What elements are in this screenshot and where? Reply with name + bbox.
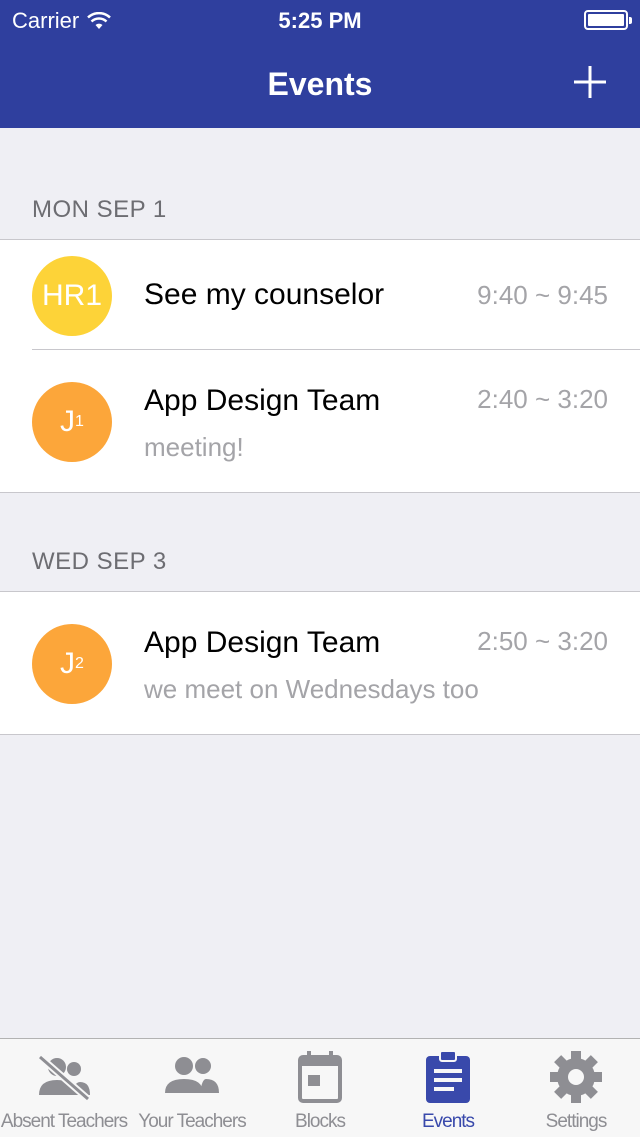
- event-title: App Design Team: [144, 384, 381, 417]
- battery-icon: [584, 10, 632, 30]
- tab-absent-teachers[interactable]: Absent Teachers: [0, 1039, 128, 1137]
- avatar: J1: [32, 382, 112, 462]
- tab-label: Events: [421, 1111, 475, 1132]
- avatar: J2: [32, 624, 112, 704]
- avatar-text: J: [60, 647, 76, 680]
- event-title: See my counselor: [144, 278, 385, 311]
- tab-label: Blocks: [295, 1111, 346, 1132]
- tab-settings[interactable]: Settings: [512, 1039, 640, 1137]
- clipboard-icon: [426, 1051, 470, 1103]
- event-row[interactable]: J1 App Design Team 2:40 ~ 3:20 meeting!: [0, 350, 640, 492]
- calendar-icon: [298, 1051, 342, 1103]
- gear-icon: [550, 1051, 602, 1103]
- tab-bar: Absent Teachers Your Teachers Blocks Eve…: [0, 1038, 640, 1137]
- event-title: App Design Team: [144, 626, 381, 659]
- event-time: 9:40 ~ 9:45: [477, 280, 608, 310]
- people-icon: [165, 1057, 219, 1093]
- page-title: Events: [267, 66, 373, 102]
- avatar: HR1: [32, 256, 112, 336]
- event-subtitle: meeting!: [144, 432, 244, 462]
- avatar-text: HR1: [41, 279, 102, 312]
- event-row[interactable]: J2 App Design Team 2:50 ~ 3:20 we meet o…: [0, 592, 640, 734]
- event-group: J2 App Design Team 2:50 ~ 3:20 we meet o…: [0, 591, 640, 735]
- tab-your-teachers[interactable]: Your Teachers: [128, 1039, 256, 1137]
- tab-events[interactable]: Events: [384, 1039, 512, 1137]
- plus-icon[interactable]: [572, 64, 608, 100]
- tab-label: Absent Teachers: [0, 1111, 128, 1132]
- nav-header: Carrier 5:25 PM Events: [0, 0, 640, 128]
- event-row[interactable]: HR1 See my counselor 9:40 ~ 9:45: [0, 240, 640, 350]
- event-time: 2:40 ~ 3:20: [477, 384, 608, 414]
- absent-teachers-icon: [37, 1054, 91, 1102]
- event-subtitle: we meet on Wednesdays too: [144, 674, 479, 704]
- avatar-subscript: 1: [75, 413, 84, 430]
- avatar-subscript: 2: [75, 655, 84, 672]
- tab-blocks[interactable]: Blocks: [256, 1039, 384, 1137]
- section-header: MON SEP 1: [32, 196, 167, 223]
- event-group: HR1 See my counselor 9:40 ~ 9:45 J1 App …: [0, 239, 640, 493]
- tab-label: Your Teachers: [138, 1111, 246, 1132]
- section-header: WED SEP 3: [32, 548, 167, 575]
- avatar-text: J: [60, 405, 76, 438]
- tab-label: Settings: [545, 1111, 608, 1132]
- status-bar: Carrier 5:25 PM: [0, 0, 640, 40]
- event-time: 2:50 ~ 3:20: [477, 626, 608, 656]
- status-time: 5:25 PM: [278, 8, 362, 33]
